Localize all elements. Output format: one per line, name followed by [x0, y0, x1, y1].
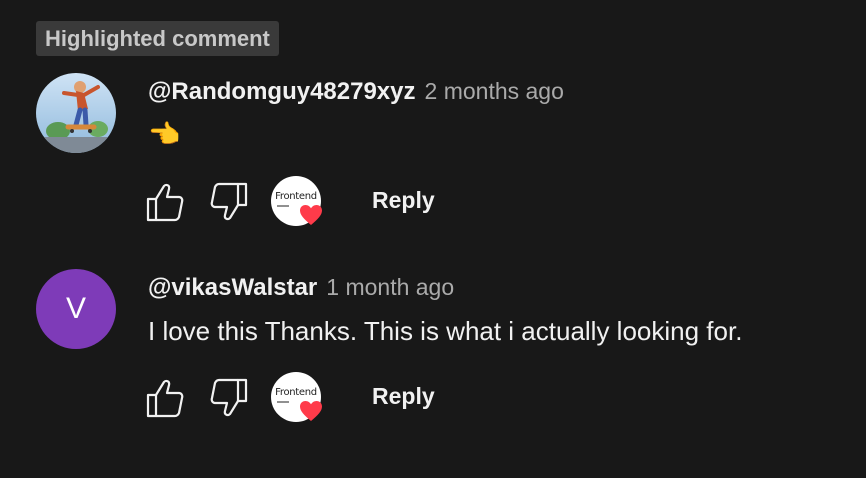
comment-author[interactable]: @Randomguy48279xyz [148, 78, 416, 106]
dislike-icon[interactable] [209, 378, 249, 418]
creator-heart-badge: Frontend [271, 176, 322, 226]
reply-button[interactable]: Reply [372, 187, 435, 214]
creator-logo-text: Frontend [275, 191, 317, 202]
reply-button[interactable]: Reply [372, 383, 435, 410]
like-icon[interactable] [145, 378, 185, 418]
comment-timestamp[interactable]: 1 month ago [326, 274, 454, 301]
comment-text: I love this Thanks. This is what i actua… [148, 316, 743, 346]
comment-timestamp[interactable]: 2 months ago [425, 78, 564, 105]
dislike-icon[interactable] [209, 182, 249, 222]
highlighted-comment-badge: Highlighted comment [36, 21, 279, 56]
comment-header: @vikasWalstar 1 month ago [148, 274, 454, 302]
comment-text: 👈 [148, 119, 181, 149]
skateboarder-avatar-icon [36, 73, 116, 153]
creator-logo-text: Frontend [275, 387, 317, 398]
avatar-letter: V [65, 292, 86, 325]
like-icon[interactable] [145, 182, 185, 222]
avatar[interactable] [36, 73, 116, 153]
creator-heart-badge: Frontend [271, 372, 322, 422]
avatar[interactable]: V [36, 269, 116, 349]
heart-icon [300, 401, 322, 421]
heart-icon [300, 205, 322, 225]
comment-header: @Randomguy48279xyz 2 months ago [148, 78, 564, 106]
comment-author[interactable]: @vikasWalstar [148, 274, 317, 302]
